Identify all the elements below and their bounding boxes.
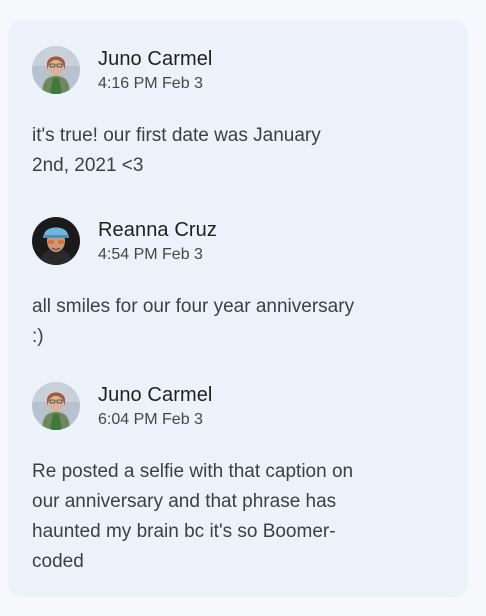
message-timestamp: 6:04 PM Feb 3	[98, 411, 203, 428]
message-timestamp: 4:16 PM Feb 3	[98, 75, 203, 92]
message-timestamp: 4:54 PM Feb 3	[98, 246, 203, 263]
message-line: Re posted a selfie with that caption on	[32, 461, 354, 482]
sender-name: Juno Carmel	[98, 384, 213, 406]
message-line: it's true! our first date was January	[32, 125, 321, 146]
message-line: haunted my brain bc it's so Boomer-	[32, 521, 336, 542]
message-line: :)	[32, 326, 44, 347]
avatar-reanna-icon[interactable]	[32, 217, 80, 265]
message-line: our anniversary and that phrase has	[32, 491, 337, 512]
message-line: coded	[32, 551, 84, 572]
message-line: all smiles for our four year anniversary	[32, 296, 355, 317]
message-body: Re posted a selfie with that caption on …	[32, 457, 432, 577]
message-thread-card: Juno Carmel 4:16 PM Feb 3 it's true! our…	[8, 20, 468, 597]
sender-name: Juno Carmel	[98, 48, 213, 70]
message-line: 2nd, 2021 <3	[32, 155, 144, 176]
avatar-juno-icon[interactable]	[32, 46, 80, 94]
message-body: all smiles for our four year anniversary…	[32, 292, 432, 352]
message-body: it's true! our first date was January 2n…	[32, 121, 432, 181]
avatar-juno-icon[interactable]	[32, 382, 80, 430]
sender-name: Reanna Cruz	[98, 219, 217, 241]
